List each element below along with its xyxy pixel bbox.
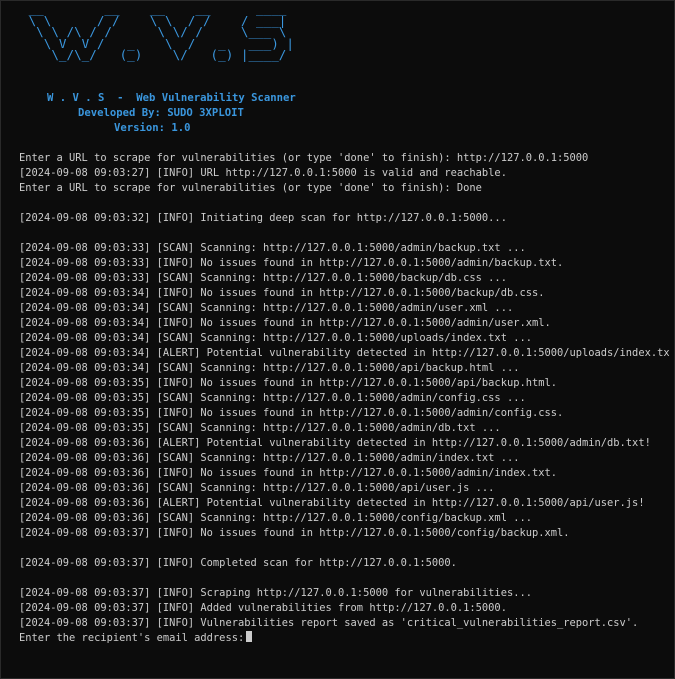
terminal-window[interactable]: __ __ __ __ ____ \ \ / / \ \ / / / ___| …: [0, 0, 675, 679]
log-line: [2024-09-08 09:03:37] [INFO] Scraping ht…: [19, 587, 532, 599]
log-line: [2024-09-08 09:03:34] [SCAN] Scanning: h…: [19, 362, 520, 374]
log-line: [2024-09-08 09:03:37] [INFO] Added vulne…: [19, 602, 507, 614]
log-line: [2024-09-08 09:03:36] [SCAN] Scanning: h…: [19, 512, 532, 524]
log-line: [2024-09-08 09:03:33] [SCAN] Scanning: h…: [19, 272, 507, 284]
log-line: [2024-09-08 09:03:37] [INFO] Completed s…: [19, 557, 457, 569]
log-line: Enter a URL to scrape for vulnerabilitie…: [19, 152, 589, 164]
log-line: [2024-09-08 09:03:35] [SCAN] Scanning: h…: [19, 422, 501, 434]
log-line: [2024-09-08 09:03:27] [INFO] URL http://…: [19, 167, 507, 179]
log-line: [2024-09-08 09:03:33] [SCAN] Scanning: h…: [19, 242, 526, 254]
log-line: [2024-09-08 09:03:35] [SCAN] Scanning: h…: [19, 392, 526, 404]
log-line: [2024-09-08 09:03:34] [INFO] No issues f…: [19, 287, 545, 299]
log-line: [2024-09-08 09:03:36] [SCAN] Scanning: h…: [19, 452, 520, 464]
log-line: [2024-09-08 09:03:36] [INFO] No issues f…: [19, 467, 557, 479]
log-line: [2024-09-08 09:03:35] [INFO] No issues f…: [19, 407, 564, 419]
log-line: Enter a URL to scrape for vulnerabilitie…: [19, 182, 482, 194]
log-line: [2024-09-08 09:03:35] [INFO] No issues f…: [19, 377, 557, 389]
app-name: W . V . S - Web Vulnerability Scanner: [47, 92, 296, 104]
log-line: [2024-09-08 09:03:37] [INFO] Vulnerabili…: [19, 617, 639, 629]
developer-credit: Developed By: SUDO 3XPLOIT: [78, 107, 244, 119]
log-line: [2024-09-08 09:03:34] [ALERT] Potential …: [19, 347, 669, 359]
log-line: [2024-09-08 09:03:36] [ALERT] Potential …: [19, 497, 645, 509]
log-line: [2024-09-08 09:03:34] [SCAN] Scanning: h…: [19, 332, 532, 344]
prompt-line[interactable]: Enter the recipient's email address:: [19, 631, 669, 646]
email-prompt: Enter the recipient's email address:: [19, 632, 245, 644]
version-label: Version: 1.0: [114, 122, 191, 134]
log-line: [2024-09-08 09:03:36] [ALERT] Potential …: [19, 437, 651, 449]
terminal-output: Enter a URL to scrape for vulnerabilitie…: [19, 151, 669, 646]
log-line: [2024-09-08 09:03:33] [INFO] No issues f…: [19, 257, 564, 269]
log-line: [2024-09-08 09:03:34] [SCAN] Scanning: h…: [19, 302, 514, 314]
text-cursor[interactable]: [246, 631, 253, 642]
log-line: [2024-09-08 09:03:36] [SCAN] Scanning: h…: [19, 482, 495, 494]
log-line: [2024-09-08 09:03:37] [INFO] No issues f…: [19, 527, 570, 539]
ascii-logo: __ __ __ __ ____ \ \ / / \ \ / / / ___| …: [28, 1, 294, 62]
log-line: [2024-09-08 09:03:32] [INFO] Initiating …: [19, 212, 507, 224]
banner-text: W . V . S - Web Vulnerability Scanner De…: [1, 91, 301, 151]
log-line: [2024-09-08 09:03:34] [INFO] No issues f…: [19, 317, 551, 329]
